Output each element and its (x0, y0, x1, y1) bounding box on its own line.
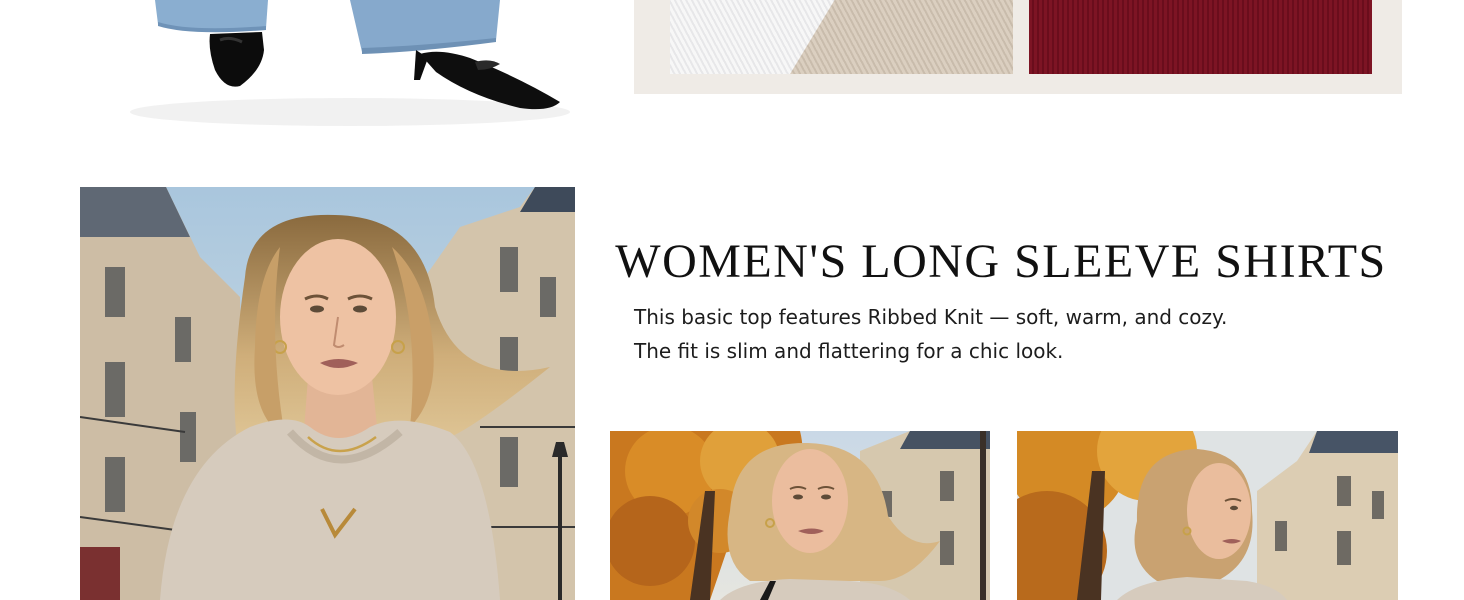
thumbnail-front-photo (610, 431, 990, 600)
section-title: WOMEN'S LONG SLEEVE SHIRTS (615, 235, 1387, 288)
section-description: This basic top features Ribbed Knit — so… (634, 300, 1394, 368)
swatch-burgundy-ribbed (1029, 0, 1372, 74)
shoes-photo (80, 0, 580, 130)
fabric-swatch-panel (634, 0, 1402, 94)
description-line-1: This basic top features Ribbed Knit — so… (634, 305, 1228, 329)
main-model-photo (80, 187, 575, 600)
description-line-2: The fit is slim and flattering for a chi… (634, 339, 1064, 363)
thumbnail-back-photo (1017, 431, 1398, 600)
